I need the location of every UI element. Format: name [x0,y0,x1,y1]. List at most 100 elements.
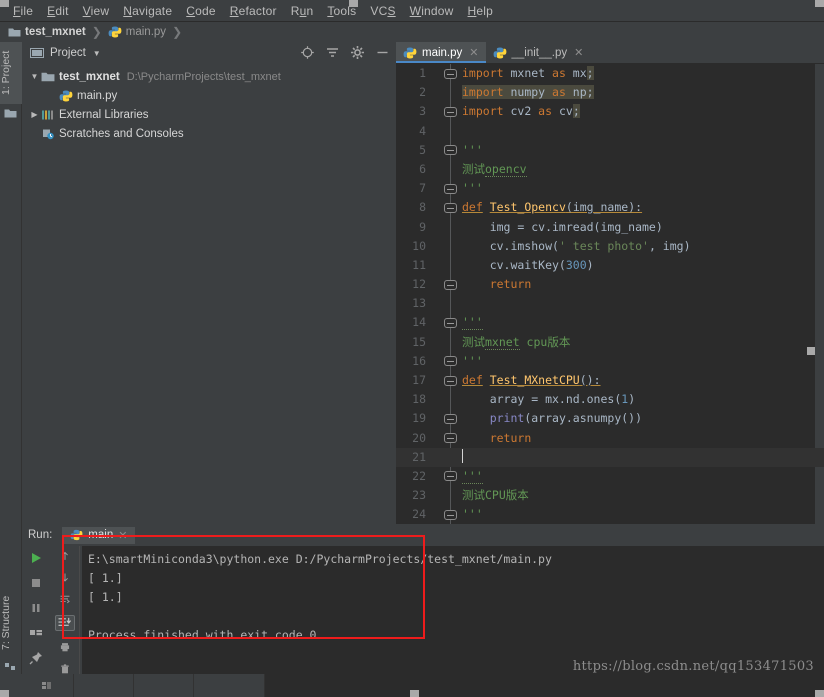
code-line[interactable]: 6 测试opencv [396,160,824,179]
code-fold-toggle[interactable] [444,145,457,162]
status-cell-3[interactable] [134,674,194,697]
code-line[interactable]: 13 [396,294,824,313]
code-fold-toggle[interactable] [444,68,457,85]
status-cell-4[interactable] [194,674,265,697]
window-resize-nub-mid[interactable] [349,0,358,7]
editor-tab-main-py[interactable]: main.py ✕ [396,42,486,63]
tree-item-main-py[interactable]: main.py [22,86,396,105]
menu-item-run[interactable]: Run [284,2,321,20]
close-icon[interactable]: ✕ [469,46,478,59]
sidebar-tab-structure[interactable]: 7: Structure [0,588,22,658]
sidebar-tab-project[interactable]: 1: Project [0,42,22,104]
tree-item-scratches-and-consoles[interactable]: Scratches and Consoles [22,124,396,143]
window-resize-nub-left[interactable] [0,0,9,7]
code-line[interactable]: 4 [396,122,824,141]
code-fold-toggle[interactable] [444,471,457,488]
code-fold-toggle[interactable] [444,183,457,194]
code-line-text: 测试mxnet cpu版本 [462,334,571,350]
code-fold-toggle[interactable] [444,356,457,367]
window-resize-nub-right[interactable] [815,0,824,7]
pause-icon[interactable] [29,601,43,615]
locate-icon[interactable] [300,45,315,60]
close-icon[interactable]: ✕ [574,46,583,59]
tree-item-external-libraries[interactable]: ▶ External Libraries [22,105,396,124]
down-arrow-icon[interactable] [58,572,72,583]
menu-item-window[interactable]: Window [403,2,461,20]
pycharm-window: File Edit View Navigate Code Refactor Run Tools… [0,0,824,697]
code-line[interactable]: 3 import cv2 as cv; [396,102,824,123]
window-resize-nub-bottom-left[interactable] [0,690,9,697]
menu-item-edit[interactable]: Edit [40,2,76,20]
breadcrumb-project[interactable]: test_mxnet [8,26,86,38]
stop-icon[interactable] [29,576,43,590]
menu-item-refactor[interactable]: Refactor [223,2,284,20]
code-line[interactable]: 9 img = cv.imread(img_name) [396,218,824,237]
trash-icon[interactable] [58,663,72,674]
code-line[interactable]: 12 return [396,275,824,294]
scroll-to-end-icon[interactable] [54,615,75,632]
run-tab-main[interactable]: main ✕ [62,526,136,544]
window-resize-nub-bottom-mid[interactable] [410,690,419,697]
menu-item-code[interactable]: Code [179,2,223,20]
code-line[interactable]: 21 [396,447,824,467]
code-fold-toggle[interactable] [444,279,457,290]
code-fold-toggle[interactable] [444,413,457,424]
code-line[interactable]: 15 测试mxnet cpu版本 [396,333,824,352]
soft-wrap-icon[interactable] [58,594,72,604]
settings-gear-icon[interactable] [350,45,365,60]
status-cell-1[interactable] [22,674,74,697]
code-line[interactable]: 14 ''' [396,313,824,334]
status-cell-2[interactable] [74,674,134,697]
tree-item-test-mxnet[interactable]: ▼ test_mxnet D:\PycharmProjects\test_mxnet [22,67,396,86]
code-line[interactable]: 17 def Test_MXnetCPU(): [396,371,824,392]
code-fold-toggle[interactable] [444,433,457,444]
collapse-all-icon[interactable] [325,45,340,60]
minimize-icon[interactable] [375,45,390,60]
code-line[interactable]: 22 ''' [396,467,824,488]
sidebar-tab-project-label: 1: Project [0,50,12,96]
menu-item-help[interactable]: Help [461,2,501,20]
layout-icon[interactable] [29,626,43,640]
code-line[interactable]: 5 ''' [396,141,824,162]
chevron-right-icon[interactable]: ▶ [28,110,41,119]
code-line-text: ''' [462,353,483,368]
code-fold-toggle[interactable] [444,202,457,219]
code-line[interactable]: 19 print(array.asnumpy()) [396,409,824,428]
code-line[interactable]: 1 import mxnet as mx; [396,64,824,85]
window-resize-nub-bottom-right[interactable] [815,690,824,697]
code-fold-toggle[interactable] [444,375,457,392]
code-line[interactable]: 2 import numpy as np; [396,83,824,102]
code-line[interactable]: 10 cv.imshow(' test photo', img) [396,237,824,256]
run-icon[interactable] [29,551,43,565]
chevron-down-icon[interactable]: ▼ [93,49,101,58]
breadcrumb-file[interactable]: main.py [108,26,166,38]
pin-icon[interactable] [29,651,43,665]
console-output[interactable]: E:\smartMiniconda3\python.exe D:/Pycharm… [82,546,824,674]
up-arrow-icon[interactable] [58,551,72,561]
print-icon[interactable] [58,642,72,652]
code-line[interactable]: 23 测试CPU版本 [396,486,824,505]
code-editor[interactable]: 1 import mxnet as mx; 2 import numpy as np;… [396,64,824,524]
run-toolbar-primary [22,546,50,674]
code-line[interactable]: 8 def Test_Opencv(img_name): [396,198,824,219]
menu-item-navigate[interactable]: Navigate [116,2,179,20]
menu-item-view[interactable]: View [76,2,117,20]
code-line[interactable]: 7 ''' [396,179,824,198]
project-panel: Project ▼ ▼ test_mxnet D:\PycharmProject… [22,42,396,524]
code-line[interactable]: 20 return [396,429,824,448]
code-line[interactable]: 16 ''' [396,352,824,371]
editor-tab-bar: main.py ✕ __init__.py ✕ [396,42,824,64]
breadcrumb-file-label: main.py [125,26,167,38]
code-line[interactable]: 11 cv.waitKey(300) [396,256,824,275]
editor-tab--init-py[interactable]: __init__.py ✕ [485,42,591,63]
project-tree[interactable]: ▼ test_mxnet D:\PycharmProjects\test_mxnet… [22,64,396,524]
chevron-down-icon[interactable]: ▼ [28,72,41,81]
code-fold-toggle[interactable] [444,106,457,123]
code-line[interactable]: 24 ''' [396,505,824,524]
menu-item-file[interactable]: File [6,2,40,20]
code-fold-toggle[interactable] [444,509,457,520]
menu-item-vcs[interactable]: VCS [363,2,402,20]
close-icon[interactable]: ✕ [118,529,127,542]
code-line[interactable]: 18 array = mx.nd.ones(1) [396,390,824,409]
code-fold-toggle[interactable] [444,317,457,334]
